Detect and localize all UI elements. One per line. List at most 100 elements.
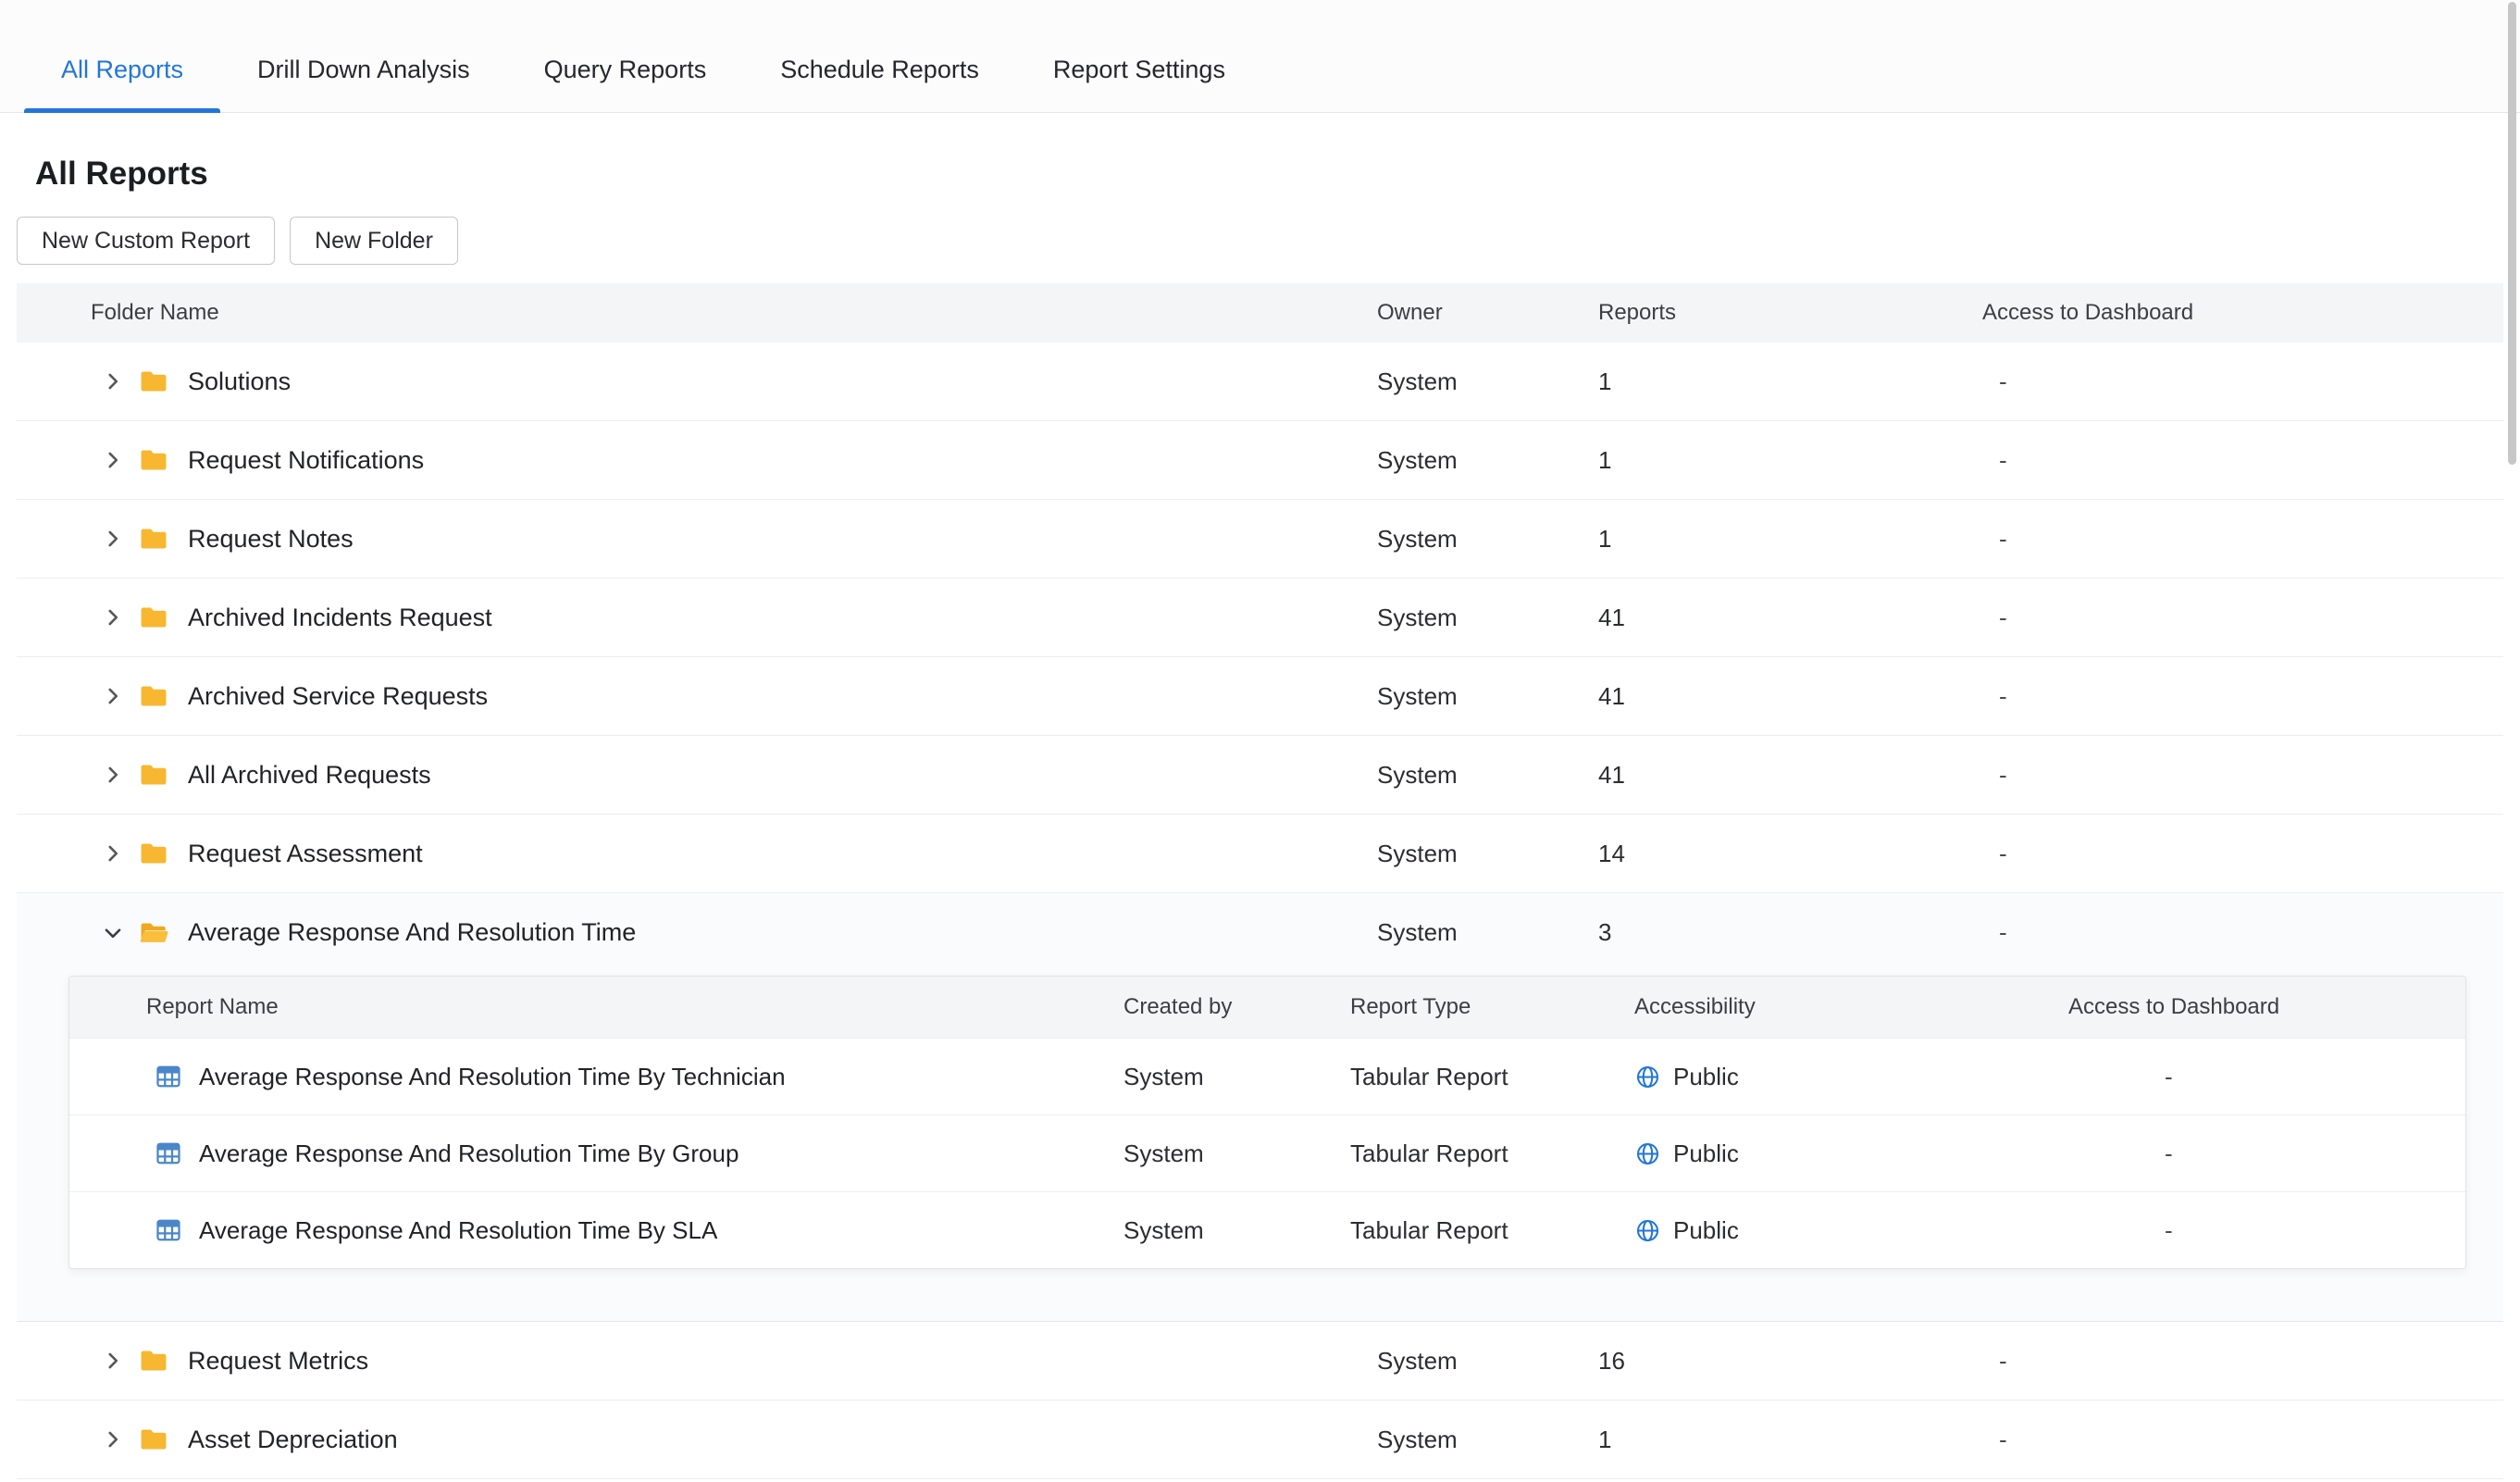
- report-access-to-dashboard: -: [2068, 1216, 2465, 1245]
- folder-icon: [138, 680, 169, 712]
- expand-chevron-icon[interactable]: [101, 1349, 125, 1373]
- column-header-report-name: Report Name: [69, 994, 1123, 1020]
- report-created-by: System: [1123, 1063, 1350, 1091]
- expand-chevron-icon[interactable]: [101, 448, 125, 472]
- folder-access-to-dashboard: -: [1982, 367, 2503, 396]
- folder-owner: System: [1377, 1426, 1598, 1454]
- column-header-access-to-dashboard: Access to Dashboard: [1982, 300, 2503, 326]
- folder-owner: System: [1377, 918, 1598, 947]
- new-folder-button[interactable]: New Folder: [290, 217, 458, 265]
- tab-query-reports[interactable]: Query Reports: [507, 0, 744, 112]
- tab-label: All Reports: [61, 56, 183, 84]
- folder-name: Asset Depreciation: [188, 1426, 398, 1454]
- column-header-owner: Owner: [1377, 300, 1598, 326]
- folder-access-to-dashboard: -: [1982, 525, 2503, 554]
- folder-icon: [138, 366, 169, 397]
- folder-row[interactable]: Request Metrics System 16 -: [17, 1322, 2503, 1401]
- folder-icon: [138, 838, 169, 869]
- column-header-created-by: Created by: [1123, 994, 1350, 1020]
- globe-icon: [1634, 1064, 1661, 1090]
- expand-chevron-icon[interactable]: [101, 684, 125, 708]
- report-accessibility: Public: [1673, 1140, 1739, 1168]
- report-accessibility: Public: [1673, 1063, 1739, 1091]
- folder-row[interactable]: All Archived Requests System 41 -: [17, 736, 2503, 815]
- folder-row[interactable]: Asset Depreciation System 1 -: [17, 1401, 2503, 1479]
- folder-row[interactable]: Request Notes System 1 -: [17, 500, 2503, 579]
- folder-name: Average Response And Resolution Time: [188, 918, 636, 947]
- folder-icon: [138, 444, 169, 476]
- folder-icon: [138, 759, 169, 791]
- reports-table: Report Name Created by Report Type Acces…: [68, 976, 2466, 1269]
- folder-report-count: 41: [1598, 682, 1982, 711]
- tab-drill-down-analysis[interactable]: Drill Down Analysis: [220, 0, 507, 112]
- expand-chevron-icon[interactable]: [101, 763, 125, 787]
- expand-chevron-icon[interactable]: [101, 527, 125, 551]
- expand-chevron-icon[interactable]: [101, 841, 125, 866]
- folder-owner: System: [1377, 1347, 1598, 1376]
- report-row[interactable]: Average Response And Resolution Time By …: [69, 1115, 2465, 1191]
- report-row[interactable]: Average Response And Resolution Time By …: [69, 1038, 2465, 1115]
- new-custom-report-button[interactable]: New Custom Report: [17, 217, 275, 265]
- expanded-folder-section: Average Response And Resolution Time Sys…: [17, 893, 2503, 1322]
- folders-table-header: Folder Name Owner Reports Access to Dash…: [17, 283, 2503, 342]
- tab-report-settings[interactable]: Report Settings: [1016, 0, 1262, 112]
- collapse-chevron-icon[interactable]: [101, 921, 125, 945]
- expand-chevron-icon[interactable]: [101, 605, 125, 629]
- folder-name: Solutions: [188, 367, 291, 396]
- folder-row[interactable]: Archived Service Requests System 41 -: [17, 657, 2503, 736]
- folder-owner: System: [1377, 604, 1598, 632]
- folder-owner: System: [1377, 446, 1598, 475]
- folder-row[interactable]: Solutions System 1 -: [17, 342, 2503, 421]
- report-created-by: System: [1123, 1216, 1350, 1245]
- report-name: Average Response And Resolution Time By …: [199, 1216, 717, 1245]
- globe-icon: [1634, 1140, 1661, 1167]
- folder-row-expanded[interactable]: Average Response And Resolution Time Sys…: [17, 893, 2503, 972]
- column-header-report-type: Report Type: [1350, 994, 1634, 1020]
- tab-label: Report Settings: [1053, 56, 1225, 84]
- folder-row[interactable]: Request Notifications System 1 -: [17, 421, 2503, 500]
- report-type: Tabular Report: [1350, 1063, 1634, 1091]
- folder-report-count: 16: [1598, 1347, 1982, 1376]
- report-created-by: System: [1123, 1140, 1350, 1168]
- folder-row[interactable]: Request Assessment System 14 -: [17, 815, 2503, 893]
- toolbar: New Custom Report New Folder: [17, 217, 2503, 265]
- folder-icon: [138, 602, 169, 633]
- folder-access-to-dashboard: -: [1982, 840, 2503, 868]
- folder-name: Archived Service Requests: [188, 682, 488, 711]
- tabular-report-icon: [155, 1216, 182, 1244]
- folder-report-count: 1: [1598, 367, 1982, 396]
- folder-access-to-dashboard: -: [1982, 761, 2503, 790]
- page-title: All Reports: [35, 156, 2503, 193]
- folder-access-to-dashboard: -: [1982, 1347, 2503, 1376]
- folder-row[interactable]: Archived Incidents Request System 41 -: [17, 579, 2503, 657]
- report-type: Tabular Report: [1350, 1216, 1634, 1245]
- folder-access-to-dashboard: -: [1982, 604, 2503, 632]
- folder-icon: [138, 1424, 169, 1455]
- folder-access-to-dashboard: -: [1982, 918, 2503, 947]
- tabular-report-icon: [155, 1140, 182, 1167]
- folder-owner: System: [1377, 525, 1598, 554]
- column-header-access-to-dashboard: Access to Dashboard: [2068, 994, 2465, 1020]
- tab-label: Schedule Reports: [780, 56, 979, 84]
- report-row[interactable]: Average Response And Resolution Time By …: [69, 1191, 2465, 1268]
- column-header-reports: Reports: [1598, 300, 1982, 326]
- tab-label: Query Reports: [544, 56, 707, 84]
- expand-chevron-icon[interactable]: [101, 1427, 125, 1451]
- report-tabs: All Reports Drill Down Analysis Query Re…: [0, 0, 2520, 113]
- folder-access-to-dashboard: -: [1982, 446, 2503, 475]
- expand-chevron-icon[interactable]: [101, 369, 125, 393]
- globe-icon: [1634, 1217, 1661, 1244]
- open-folder-icon: [138, 917, 169, 949]
- tab-label: Drill Down Analysis: [257, 56, 470, 84]
- folder-name: Request Metrics: [188, 1347, 368, 1376]
- tab-schedule-reports[interactable]: Schedule Reports: [743, 0, 1016, 112]
- vertical-scrollbar[interactable]: [2508, 2, 2516, 465]
- folder-owner: System: [1377, 367, 1598, 396]
- tabular-report-icon: [155, 1063, 182, 1090]
- report-type: Tabular Report: [1350, 1140, 1634, 1168]
- folder-name: Archived Incidents Request: [188, 604, 492, 632]
- tab-all-reports[interactable]: All Reports: [24, 0, 220, 112]
- folder-icon: [138, 1345, 169, 1376]
- folder-report-count: 14: [1598, 840, 1982, 868]
- folder-icon: [138, 523, 169, 554]
